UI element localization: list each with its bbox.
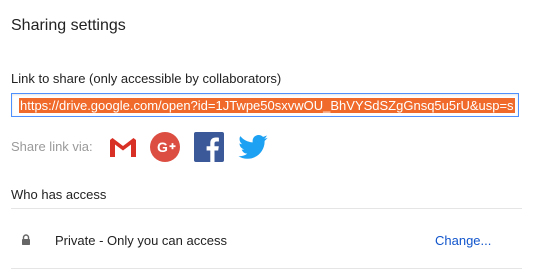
dialog-title: Sharing settings — [11, 17, 126, 34]
share-link-field[interactable]: https://drive.google.com/open?id=1JTwpe5… — [11, 93, 519, 117]
google-plus-icon[interactable]: G — [149, 131, 181, 163]
divider — [11, 208, 522, 209]
share-via-label: Share link via: — [11, 139, 93, 154]
link-label: Link to share (only accessible by collab… — [11, 71, 282, 86]
facebook-icon[interactable] — [193, 131, 225, 163]
who-has-access-label: Who has access — [11, 187, 107, 202]
access-row: Private - Only you can access Change... — [11, 221, 522, 259]
gmail-icon[interactable] — [107, 131, 139, 163]
lock-icon — [19, 233, 33, 247]
divider — [11, 268, 522, 269]
twitter-icon[interactable] — [237, 131, 269, 163]
share-link-url[interactable]: https://drive.google.com/open?id=1JTwpe5… — [19, 98, 515, 113]
change-access-link[interactable]: Change... — [435, 233, 491, 248]
access-description: Private - Only you can access — [55, 233, 227, 248]
svg-text:G: G — [157, 139, 168, 155]
